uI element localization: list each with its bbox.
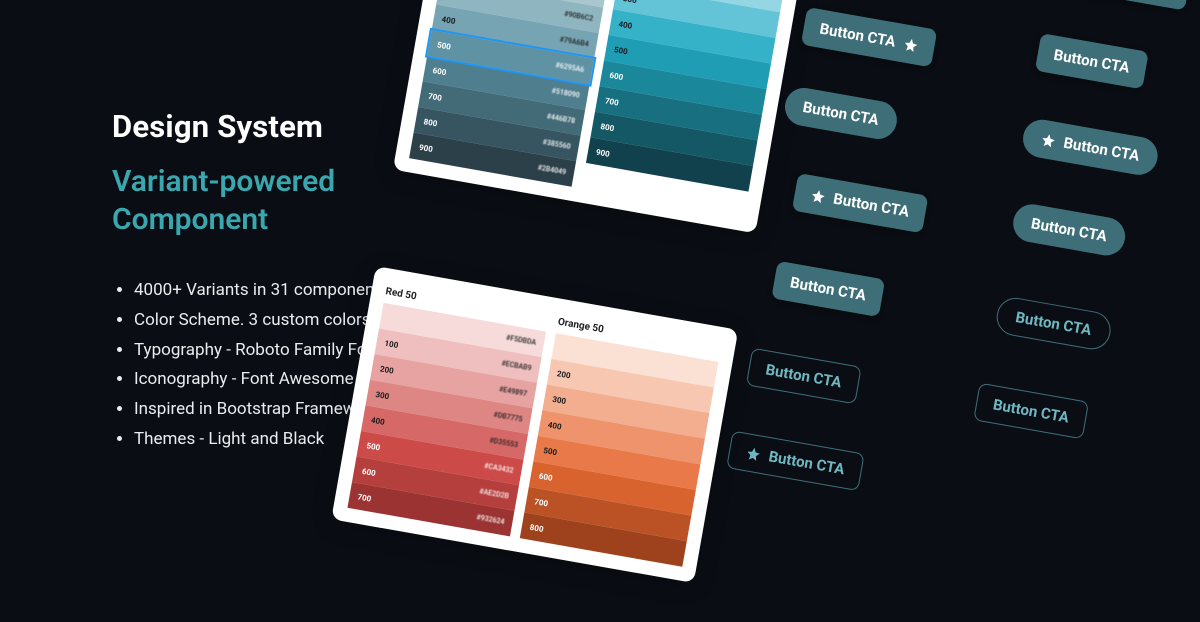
swatch-step: 200	[556, 369, 571, 380]
swatch-hex: #CA3432	[484, 462, 514, 475]
swatch-step: 300	[375, 389, 390, 400]
cta-button[interactable]: Button CTA	[801, 7, 937, 67]
cta-button-outline[interactable]: Button CTA	[746, 348, 862, 405]
preview-canvas: #D6E7EA100#BFD7DD200#A8C7CF300#90B6C2400…	[369, 0, 1200, 622]
swatch-step: 700	[534, 497, 549, 508]
cta-label: Button CTA	[1052, 46, 1131, 77]
swatch-hex: #D35553	[489, 436, 519, 449]
cta-button-outline[interactable]: Button CTA	[994, 295, 1114, 352]
swatch-hex: #E49897	[498, 385, 527, 398]
star-icon	[745, 445, 762, 462]
cta-label: Button CTA	[767, 447, 846, 478]
cta-button[interactable]: Button CTA	[771, 261, 885, 317]
swatch-step: 900	[418, 142, 433, 153]
swatch-step: 400	[547, 420, 562, 431]
cta-label: Button CTA	[832, 190, 911, 221]
swatch-step: 600	[609, 70, 624, 81]
star-icon	[1040, 131, 1057, 148]
swatch-step: 400	[370, 415, 385, 426]
swatch-step: 600	[538, 471, 553, 482]
cta-button-pill[interactable]: Button CTA	[1020, 117, 1160, 178]
cta-label: Button CTA	[1062, 134, 1141, 165]
swatch-hex: #446B78	[546, 112, 576, 125]
swatch-step: 600	[361, 466, 376, 477]
cta-label: Button CTA	[789, 273, 868, 304]
swatch-step: 400	[618, 19, 633, 30]
cta-label: Button CTA	[992, 395, 1071, 426]
swatch-hex: #79A6B4	[559, 36, 589, 49]
cta-button-outline[interactable]: Button CTA	[973, 383, 1089, 440]
swatch-step: 700	[427, 91, 442, 102]
cta-button-pill[interactable]: Button CTA	[782, 85, 900, 142]
swatch-hex: #DB7775	[493, 411, 523, 424]
cta-label: Button CTA	[801, 98, 880, 129]
swatch-hex: #6295A6	[555, 61, 585, 74]
swatch-step: 700	[604, 96, 619, 107]
swatch-hex: #90B6C2	[564, 10, 594, 23]
swatch-step: 900	[595, 147, 610, 158]
swatch-step: 300	[552, 394, 567, 405]
swatch-hex: #932624	[476, 513, 505, 526]
swatch-step: 500	[613, 45, 628, 56]
swatch-step: 500	[366, 441, 381, 452]
cta-button[interactable]: Button CTA	[792, 173, 928, 233]
cta-label: Button CTA	[764, 360, 843, 391]
swatch-step: 100	[384, 338, 399, 349]
swatch-step: 800	[423, 117, 438, 128]
star-icon	[810, 187, 827, 204]
swatch-step: 800	[600, 121, 615, 132]
cta-label: Button CTA	[1014, 308, 1093, 339]
cta-label: Button CTA	[1030, 214, 1109, 245]
swatch-hex: #385560	[542, 138, 571, 151]
swatch-step: 600	[432, 65, 447, 76]
cta-button[interactable]: Button CTA	[1035, 33, 1149, 89]
cta-button-pill[interactable]: Button CTA	[1010, 201, 1128, 258]
cta-button[interactable]: Button CTA	[1055, 0, 1191, 11]
swatch-hex: #ECBAB9	[501, 359, 532, 372]
swatch-hex: #518090	[551, 87, 580, 100]
palette-card-warm: Red 50#F5DBDA100#ECBAB9200#E49897300#DB7…	[331, 266, 738, 583]
swatch-step: 500	[437, 40, 452, 51]
swatch-step: 300	[622, 0, 637, 5]
swatch-hex: #2B4049	[537, 164, 567, 177]
cta-button-outline[interactable]: Button CTA	[726, 430, 864, 491]
swatch-step: 500	[543, 445, 558, 456]
swatch-hex: #AE2D2B	[479, 487, 510, 500]
swatch-hex: #F5DBDA	[505, 334, 536, 347]
swatch-step: 700	[357, 492, 372, 503]
swatch-step: 400	[441, 14, 456, 25]
cta-label: Button CTA	[818, 20, 897, 51]
star-icon	[902, 36, 919, 53]
swatch-step: 200	[379, 364, 394, 375]
swatch-step: 800	[529, 522, 544, 533]
